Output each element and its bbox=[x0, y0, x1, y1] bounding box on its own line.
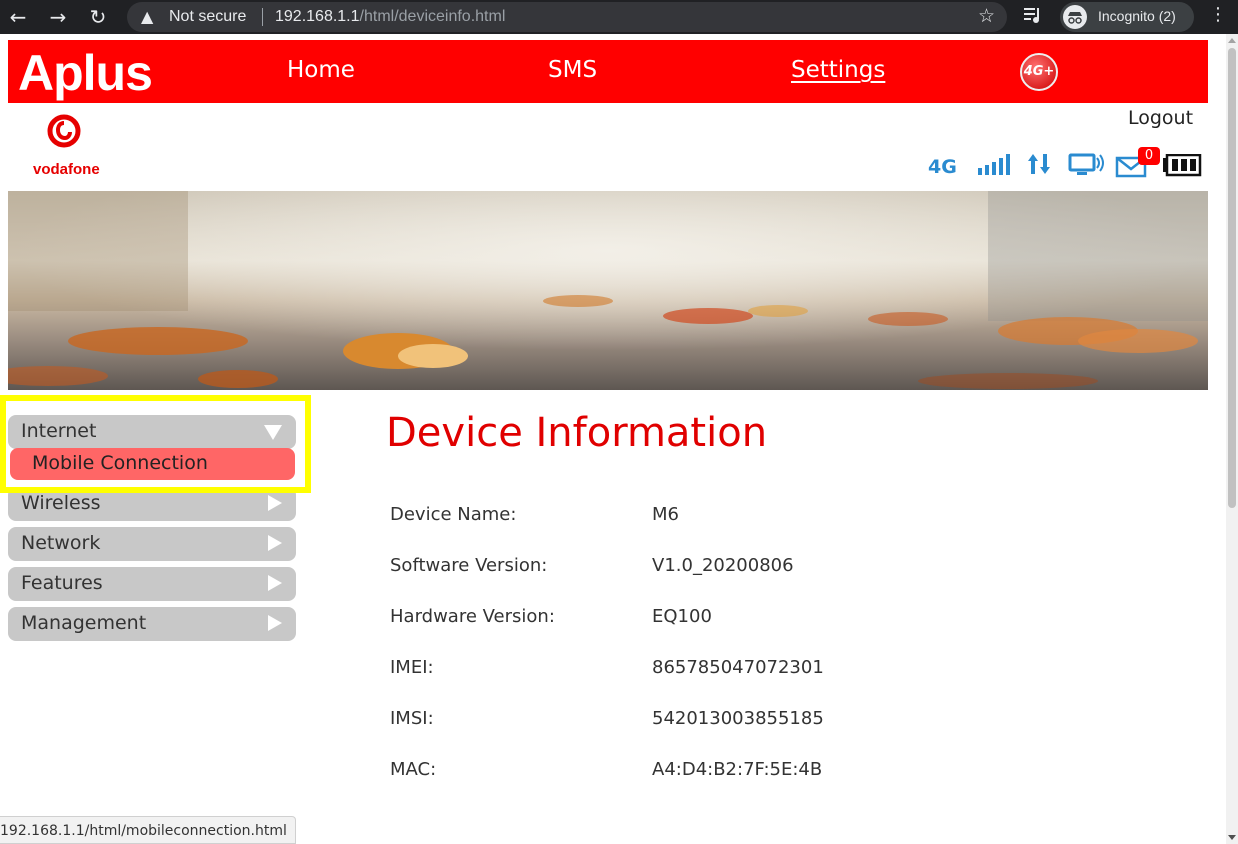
chevron-right-icon bbox=[268, 535, 282, 551]
info-label: MAC: bbox=[390, 759, 437, 780]
network-type: 4G bbox=[928, 156, 957, 178]
info-value: V1.0_20200806 bbox=[652, 555, 794, 576]
info-label: Hardware Version: bbox=[390, 606, 555, 627]
address-divider bbox=[262, 8, 263, 26]
brand-logo: Aplus bbox=[18, 45, 153, 101]
info-row-device-name: Device Name: M6 bbox=[390, 504, 1090, 530]
info-value: M6 bbox=[652, 504, 679, 525]
status-icons: 4G 0 bbox=[925, 144, 1205, 180]
info-label: Software Version: bbox=[390, 555, 548, 576]
browser-menu-icon[interactable]: ⋮ bbox=[1208, 4, 1228, 25]
sidebar-item-wireless[interactable]: Wireless bbox=[8, 487, 296, 521]
chevron-right-icon bbox=[268, 575, 282, 591]
scrollbar-thumb[interactable] bbox=[1228, 48, 1236, 508]
sidebar-subitem-label: Mobile Connection bbox=[32, 452, 208, 474]
sidebar-item-features[interactable]: Features bbox=[8, 567, 296, 601]
browser-toolbar: ← → ↻ ▲ Not secure 192.168.1.1/html/devi… bbox=[0, 0, 1238, 34]
router-admin-page: Aplus Home SMS Settings 4G+ Logout vodaf… bbox=[0, 34, 1226, 844]
vodafone-speechmark-icon bbox=[47, 114, 81, 148]
incognito-icon bbox=[1063, 5, 1087, 29]
info-row-imei: IMEI: 865785047072301 bbox=[390, 657, 1090, 683]
nav-settings[interactable]: Settings bbox=[791, 57, 885, 83]
sidebar-item-label: Features bbox=[21, 572, 103, 594]
url-text[interactable]: 192.168.1.1/html/deviceinfo.html bbox=[275, 8, 505, 26]
scroll-down-arrow-icon[interactable] bbox=[1228, 835, 1236, 840]
chevron-right-icon bbox=[268, 495, 282, 511]
info-row-imsi: IMSI: 542013003855185 bbox=[390, 708, 1090, 734]
sidebar-item-label: Wireless bbox=[21, 492, 101, 514]
page-scrollbar[interactable] bbox=[1226, 34, 1238, 844]
sidebar-item-management[interactable]: Management bbox=[8, 607, 296, 641]
logout-link[interactable]: Logout bbox=[1128, 107, 1193, 129]
scroll-up-arrow-icon[interactable] bbox=[1228, 38, 1236, 43]
sidebar-item-label: Internet bbox=[21, 420, 97, 442]
chevron-down-icon bbox=[264, 425, 282, 440]
signal-strength-icon bbox=[978, 154, 1010, 175]
incognito-profile-button[interactable]: Incognito (2) bbox=[1060, 2, 1194, 32]
info-row-mac: MAC: A4:D4:B2:7F:5E:4B bbox=[390, 759, 1090, 785]
info-label: IMEI: bbox=[390, 657, 434, 678]
4g-plus-badge: 4G+ bbox=[1020, 53, 1058, 91]
bookmark-star-icon[interactable]: ☆ bbox=[978, 5, 995, 27]
reload-icon[interactable]: ↻ bbox=[86, 5, 110, 29]
info-label: Device Name: bbox=[390, 504, 517, 525]
info-label: IMSI: bbox=[390, 708, 434, 729]
sidebar-subitem-mobile-connection[interactable]: Mobile Connection bbox=[10, 448, 295, 480]
sidebar-item-network[interactable]: Network bbox=[8, 527, 296, 561]
sidebar-item-internet[interactable]: Internet bbox=[8, 415, 296, 449]
top-nav-bar: Aplus Home SMS Settings 4G+ bbox=[8, 40, 1208, 103]
connected-devices-icon[interactable] bbox=[1068, 152, 1106, 176]
address-bar[interactable]: ▲ Not secure 192.168.1.1/html/deviceinfo… bbox=[127, 2, 1007, 32]
info-value: 865785047072301 bbox=[652, 657, 824, 678]
vodafone-logo: vodafone bbox=[33, 114, 113, 184]
info-row-software-version: Software Version: V1.0_20200806 bbox=[390, 555, 1090, 581]
back-arrow-icon[interactable]: ← bbox=[6, 5, 30, 29]
security-label[interactable]: Not secure bbox=[169, 8, 246, 26]
nav-home[interactable]: Home bbox=[287, 57, 355, 83]
battery-icon bbox=[1163, 154, 1202, 177]
reading-list-icon[interactable] bbox=[1022, 4, 1044, 26]
info-value: 542013003855185 bbox=[652, 708, 824, 729]
sidebar-item-label: Management bbox=[21, 612, 147, 634]
hero-banner-image bbox=[8, 191, 1208, 390]
forward-arrow-icon[interactable]: → bbox=[46, 5, 70, 29]
profile-label: Incognito (2) bbox=[1098, 8, 1176, 24]
link-hover-status: 192.168.1.1/html/mobileconnection.html bbox=[0, 816, 296, 844]
warning-icon: ▲ bbox=[141, 7, 154, 26]
sidebar-item-label: Network bbox=[21, 532, 101, 554]
info-value: EQ100 bbox=[652, 606, 712, 627]
chevron-right-icon bbox=[268, 615, 282, 631]
info-row-hardware-version: Hardware Version: EQ100 bbox=[390, 606, 1090, 632]
vodafone-wordmark: vodafone bbox=[33, 161, 100, 178]
sms-unread-count: 0 bbox=[1138, 147, 1160, 165]
nav-sms[interactable]: SMS bbox=[548, 57, 597, 83]
data-transfer-icon bbox=[1028, 154, 1050, 174]
page-title: Device Information bbox=[386, 410, 768, 456]
info-value: A4:D4:B2:7F:5E:4B bbox=[652, 759, 823, 780]
